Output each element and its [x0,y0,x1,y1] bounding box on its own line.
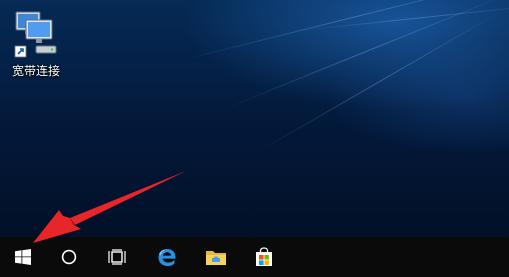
folder-icon [206,251,226,265]
store-bag-icon [256,247,272,266]
start-button[interactable] [0,237,46,277]
task-view-button[interactable] [94,237,140,277]
task-view-icon [108,249,126,265]
search-button[interactable] [46,237,92,277]
desktop-icon-label: 宽带连接 [11,64,60,78]
taskbar [0,237,509,277]
edge-button[interactable] [144,237,190,277]
store-button[interactable] [241,237,287,277]
desktop[interactable]: 宽带连接 [0,0,509,277]
cortana-circle-icon [61,249,77,265]
desktop-icon-broadband[interactable]: 宽带连接 [5,8,67,79]
network-connection-icon [14,11,57,58]
windows-logo-icon [15,249,31,265]
file-explorer-button[interactable] [193,237,239,277]
edge-browser-icon [158,249,176,266]
